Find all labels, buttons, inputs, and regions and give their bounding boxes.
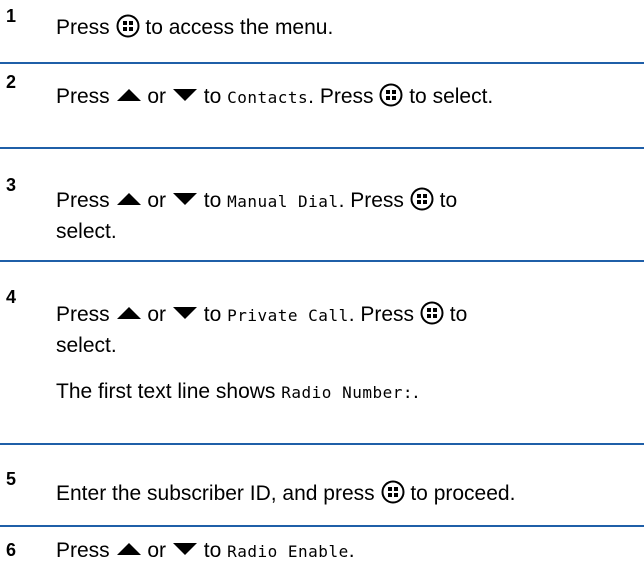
to-text: to: [203, 539, 222, 562]
step-text: Press or to Contacts. Press to select.: [56, 83, 493, 112]
step-text: Press to access the menu.: [56, 14, 333, 42]
to-text: to: [203, 85, 222, 108]
or-text: or: [147, 85, 167, 108]
step-text: Press or to Private Call. Press to: [56, 301, 467, 330]
step-divider: [0, 443, 644, 445]
up-arrow-icon: [116, 307, 141, 319]
instruction-suffix: to: [439, 189, 458, 212]
menu-item-name: Radio Enable: [227, 542, 349, 561]
down-arrow-icon: [172, 307, 197, 319]
or-text: or: [147, 189, 167, 212]
instruction-suffix-line2: select.: [56, 220, 117, 243]
step-divider: [0, 260, 644, 262]
step-number: 1: [6, 6, 17, 26]
press-again-text: . Press: [308, 85, 374, 108]
menu-item-name: Manual Dial: [227, 192, 339, 211]
menu-item-name: Contacts: [227, 88, 309, 107]
step-text: Press or to Radio Enable.: [56, 537, 355, 566]
down-arrow-icon: [172, 89, 197, 101]
menu-ok-button-icon: [410, 187, 434, 211]
step-text: Enter the subscriber ID, and press to pr…: [56, 480, 515, 508]
press-text: Press: [56, 85, 110, 108]
instruction-suffix: to: [449, 303, 468, 326]
step-divider: [0, 147, 644, 149]
instruction-suffix: to select.: [409, 85, 494, 108]
or-text: or: [147, 303, 167, 326]
step-number: 6: [6, 540, 17, 560]
down-arrow-icon: [172, 543, 197, 555]
step-number: 4: [6, 287, 17, 307]
press-text: Press: [56, 16, 110, 39]
to-text: to: [203, 303, 222, 326]
down-arrow-icon: [172, 193, 197, 205]
instruction-suffix: to access the menu.: [145, 16, 334, 39]
instruction-suffix-line2: select.: [56, 334, 117, 357]
press-again-text: . Press: [338, 189, 404, 212]
step-text-continued: select.: [56, 218, 117, 246]
result-prefix: The first text line shows: [56, 380, 276, 403]
step-result: The first text line shows Radio Number:.: [56, 378, 419, 407]
step-number: 5: [6, 469, 17, 489]
procedure-page: { "steps": [ { "number": "1", "press": "…: [0, 0, 644, 578]
step-number: 2: [6, 72, 17, 92]
up-arrow-icon: [116, 193, 141, 205]
menu-item-name: Private Call: [227, 306, 349, 325]
instruction-suffix: to proceed.: [410, 482, 516, 505]
step-number: 3: [6, 175, 17, 195]
press-text: Press: [56, 539, 110, 562]
menu-ok-button-icon: [116, 14, 140, 38]
up-arrow-icon: [116, 543, 141, 555]
up-arrow-icon: [116, 89, 141, 101]
to-text: to: [203, 189, 222, 212]
instruction-prefix: Enter the subscriber ID, and press: [56, 482, 375, 505]
or-text: or: [147, 539, 167, 562]
result-suffix: .: [413, 380, 419, 403]
press-again-text: . Press: [348, 303, 415, 326]
step-text-continued: select.: [56, 332, 117, 360]
menu-ok-button-icon: [420, 301, 444, 325]
press-text: Press: [56, 303, 110, 326]
instruction-suffix: .: [348, 539, 355, 562]
menu-ok-button-icon: [381, 480, 404, 504]
step-divider: [0, 62, 644, 64]
display-text: Radio Number:: [281, 383, 413, 402]
menu-ok-button-icon: [379, 83, 403, 107]
step-divider: [0, 525, 644, 527]
press-text: Press: [56, 189, 110, 212]
step-text: Press or to Manual Dial. Press to: [56, 187, 457, 216]
